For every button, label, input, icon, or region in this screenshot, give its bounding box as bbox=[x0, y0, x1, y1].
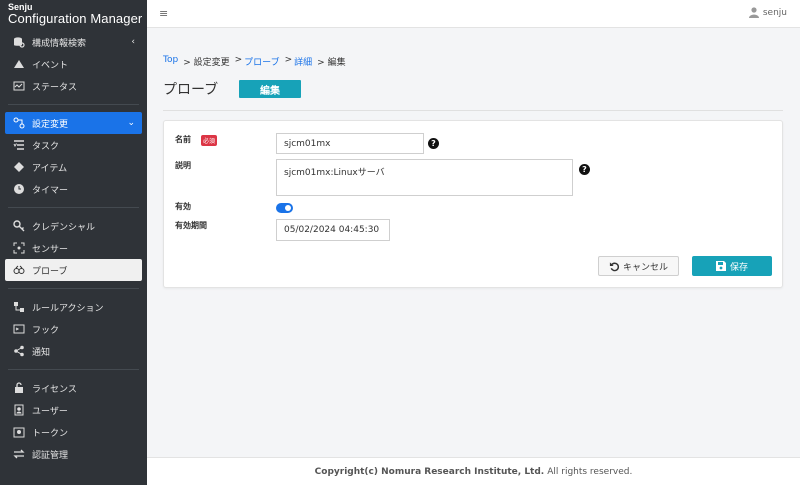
name-input[interactable] bbox=[276, 133, 424, 154]
token-icon bbox=[12, 426, 26, 438]
sidebar-item-label: イベント bbox=[32, 60, 69, 71]
sidebar-item-token[interactable]: トークン bbox=[0, 421, 147, 443]
sidebar-divider bbox=[8, 288, 139, 289]
hook-icon bbox=[12, 323, 26, 335]
name-label: 名前 bbox=[175, 135, 191, 144]
sidebar-item-hook[interactable]: フック bbox=[0, 318, 147, 340]
title-divider bbox=[163, 110, 783, 111]
enabled-label: 有効 bbox=[175, 202, 191, 211]
sidebar-item-status[interactable]: ステータス bbox=[0, 75, 147, 97]
sidebar-item-label: センサー bbox=[32, 244, 69, 255]
user-icon bbox=[12, 404, 26, 416]
name-help-icon[interactable]: ? bbox=[428, 138, 439, 149]
sidebar-divider bbox=[8, 104, 139, 105]
save-label: 保存 bbox=[729, 262, 748, 273]
expiry-label: 有効期間 bbox=[175, 221, 207, 230]
required-badge: 必須 bbox=[201, 135, 218, 146]
breadcrumb-top[interactable]: Top bbox=[163, 55, 178, 68]
breadcrumb-sep: > bbox=[234, 55, 243, 65]
sidebar-item-event[interactable]: イベント bbox=[0, 53, 147, 75]
auth-icon bbox=[12, 448, 26, 460]
description-label: 説明 bbox=[175, 161, 191, 170]
breadcrumb-probe[interactable]: プローブ bbox=[244, 55, 279, 68]
undo-icon bbox=[609, 261, 620, 271]
sidebar-item-label: クレデンシャル bbox=[32, 222, 96, 233]
status-icon bbox=[12, 80, 26, 92]
save-button[interactable]: 保存 bbox=[692, 256, 772, 276]
description-textarea[interactable]: sjcm01mx:Linuxサーバ bbox=[276, 159, 573, 196]
page-title: プローブ bbox=[163, 82, 219, 98]
sidebar: Senju Configuration Manager 構成情報検索 ‹ イベントス… bbox=[0, 0, 147, 485]
sidebar-item-user[interactable]: ユーザー bbox=[0, 399, 147, 421]
sidebar-item-label: アイテム bbox=[32, 163, 68, 174]
settings-change-icon bbox=[12, 117, 26, 129]
sidebar-item-label: フック bbox=[32, 325, 60, 336]
chevron-icon: ‹ bbox=[131, 37, 135, 47]
top-bar: ≡ senju bbox=[147, 0, 800, 28]
sidebar-item-label: 認証管理 bbox=[32, 450, 69, 461]
copyright-text: Copyright(c) Nomura Research Institute, … bbox=[314, 466, 545, 477]
brand-logo[interactable]: Senju Configuration Manager bbox=[0, 0, 147, 31]
user-icon bbox=[748, 7, 759, 18]
sidebar-item-label: 設定変更 bbox=[32, 119, 69, 130]
breadcrumb: Top > 設定変更 > プローブ > 詳細 > 編集 bbox=[163, 55, 351, 68]
sidebar-item-probe[interactable]: プローブ bbox=[5, 259, 142, 281]
rights-text: All rights reserved. bbox=[547, 466, 633, 477]
sidebar-item-credential[interactable]: クレデンシャル bbox=[0, 215, 147, 237]
sidebar-divider bbox=[8, 369, 139, 370]
event-icon bbox=[12, 58, 26, 70]
save-icon bbox=[715, 261, 726, 271]
sidebar-item-settings-change[interactable]: 設定変更 ⌄ bbox=[5, 112, 142, 134]
sidebar-item-label: トークン bbox=[32, 428, 69, 439]
sidebar-item-license[interactable]: ライセンス bbox=[0, 377, 147, 399]
description-help-icon[interactable]: ? bbox=[579, 164, 590, 175]
sidebar-item-item[interactable]: アイテム bbox=[0, 156, 147, 178]
sidebar-item-label: ユーザー bbox=[32, 406, 68, 417]
cancel-label: キャンセル bbox=[622, 262, 668, 273]
sidebar-item-label: タスク bbox=[32, 141, 60, 152]
username: senju bbox=[762, 7, 787, 18]
license-icon bbox=[12, 382, 26, 394]
task-icon bbox=[12, 139, 26, 151]
sidebar-item-timer[interactable]: タイマー bbox=[0, 178, 147, 200]
enabled-toggle[interactable] bbox=[276, 203, 293, 213]
notification-icon bbox=[12, 345, 26, 357]
sidebar-item-rule-action[interactable]: ルールアクション bbox=[0, 296, 147, 318]
cancel-button[interactable]: キャンセル bbox=[598, 256, 679, 276]
breadcrumb-settings: > 設定変更 bbox=[183, 58, 230, 68]
item-icon bbox=[12, 161, 26, 173]
sidebar-nav: 構成情報検索 ‹ イベントステータス設定変更 ⌄ タスクアイテムタイマークレデンシャルセ… bbox=[0, 31, 147, 465]
breadcrumb-sep: > bbox=[284, 55, 293, 65]
search-db-icon bbox=[12, 36, 26, 48]
breadcrumb-detail[interactable]: 詳細 bbox=[294, 55, 312, 68]
brand-line2: Configuration Manager bbox=[8, 11, 143, 26]
breadcrumb-edit: > 編集 bbox=[317, 58, 346, 68]
sidebar-item-label: 通知 bbox=[32, 347, 51, 358]
user-menu[interactable]: senju bbox=[748, 7, 787, 18]
sidebar-divider bbox=[8, 207, 139, 208]
chevron-icon: ⌄ bbox=[127, 118, 135, 128]
edit-badge: 編集 bbox=[239, 80, 301, 98]
sidebar-item-task[interactable]: タスク bbox=[0, 134, 147, 156]
probe-icon bbox=[12, 264, 26, 276]
sidebar-item-label: タイマー bbox=[32, 185, 69, 196]
sidebar-item-label: 構成情報検索 bbox=[32, 38, 87, 49]
sidebar-item-search-db[interactable]: 構成情報検索 ‹ bbox=[0, 31, 147, 53]
sidebar-item-label: ルールアクション bbox=[32, 303, 104, 314]
sidebar-item-notification[interactable]: 通知 bbox=[0, 340, 147, 362]
credential-icon bbox=[12, 220, 26, 232]
sensor-icon bbox=[12, 242, 26, 254]
expiry-input[interactable] bbox=[276, 219, 390, 241]
sidebar-item-label: ライセンス bbox=[32, 384, 77, 395]
sidebar-item-label: ステータス bbox=[32, 82, 78, 93]
sidebar-item-label: プローブ bbox=[32, 266, 68, 277]
sidebar-item-auth[interactable]: 認証管理 bbox=[0, 443, 147, 465]
sidebar-item-sensor[interactable]: センサー bbox=[0, 237, 147, 259]
rule-action-icon bbox=[12, 301, 26, 313]
footer: Copyright(c) Nomura Research Institute, … bbox=[147, 457, 800, 485]
form-card bbox=[163, 120, 783, 288]
menu-toggle-icon[interactable]: ≡ bbox=[159, 7, 168, 20]
timer-icon bbox=[12, 183, 26, 195]
